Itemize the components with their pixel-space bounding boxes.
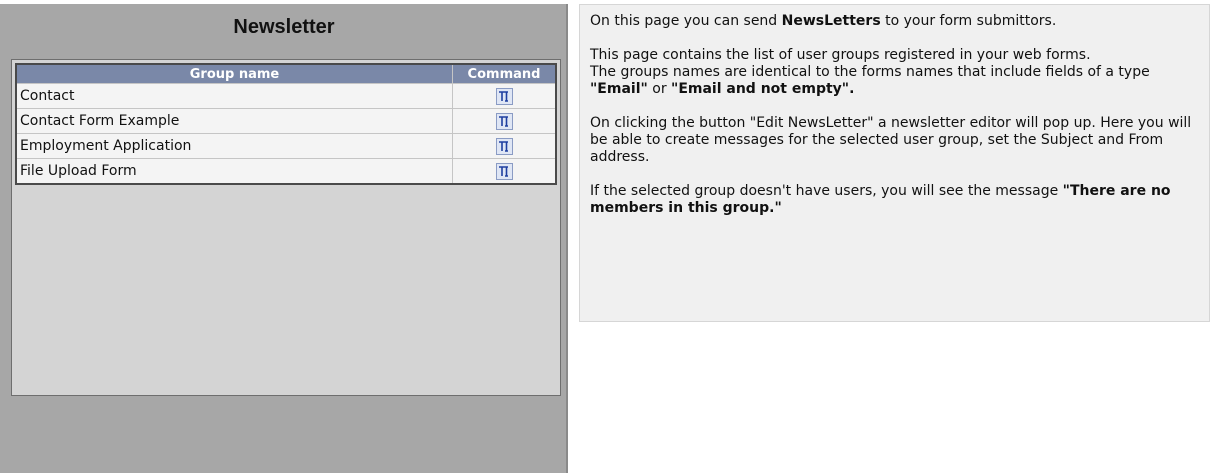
table-header-row: Group name Command <box>17 65 555 84</box>
info-text: to your form submittors. <box>880 13 1057 29</box>
edit-newsletter-icon[interactable] <box>495 137 513 155</box>
info-text: If the selected group doesn't have users… <box>590 183 1063 199</box>
command-cell <box>453 109 555 134</box>
group-name-cell: Employment Application <box>17 134 453 159</box>
table-row: Employment Application <box>17 134 555 159</box>
group-name-cell: Contact <box>17 84 453 109</box>
edit-newsletter-icon[interactable] <box>495 112 513 130</box>
info-bold-text: "Email and not empty". <box>671 81 855 97</box>
info-text: The groups names are identical to the fo… <box>590 64 1150 80</box>
newsletter-page: Newsletter Group name Command Contact Co… <box>0 0 1210 473</box>
group-name-cell: File Upload Form <box>17 159 453 183</box>
command-cell <box>453 159 555 183</box>
info-text: On this page you can send <box>590 13 782 29</box>
info-bold-text: "Email" <box>590 81 648 97</box>
info-bold-text: NewsLetters <box>781 13 881 29</box>
info-paragraph-editor: On clicking the button "Edit NewsLetter"… <box>590 115 1192 165</box>
newsletter-panel: Newsletter Group name Command Contact Co… <box>0 4 568 473</box>
group-name-cell: Contact Form Example <box>17 109 453 134</box>
edit-newsletter-icon[interactable] <box>495 162 513 180</box>
command-cell <box>453 84 555 109</box>
group-table: Group name Command Contact Contact Form … <box>15 63 557 185</box>
table-row: File Upload Form <box>17 159 555 183</box>
info-text: or <box>647 81 672 97</box>
panel-title: Newsletter <box>233 16 335 38</box>
info-paragraph-empty-group: If the selected group doesn't have users… <box>590 183 1199 217</box>
info-paragraph-groups: This page contains the list of user grou… <box>590 47 1199 98</box>
help-info-box: On this page you can send NewsLetters to… <box>579 4 1210 322</box>
edit-newsletter-icon[interactable] <box>495 87 513 105</box>
group-list-frame: Group name Command Contact Contact Form … <box>11 59 561 396</box>
column-header-group-name: Group name <box>17 65 453 84</box>
command-cell <box>453 134 555 159</box>
info-paragraph-intro: On this page you can send NewsLetters to… <box>590 13 1199 30</box>
table-row: Contact Form Example <box>17 109 555 134</box>
info-text: This page contains the list of user grou… <box>590 47 1091 63</box>
table-row: Contact <box>17 84 555 109</box>
column-header-command: Command <box>453 65 555 84</box>
